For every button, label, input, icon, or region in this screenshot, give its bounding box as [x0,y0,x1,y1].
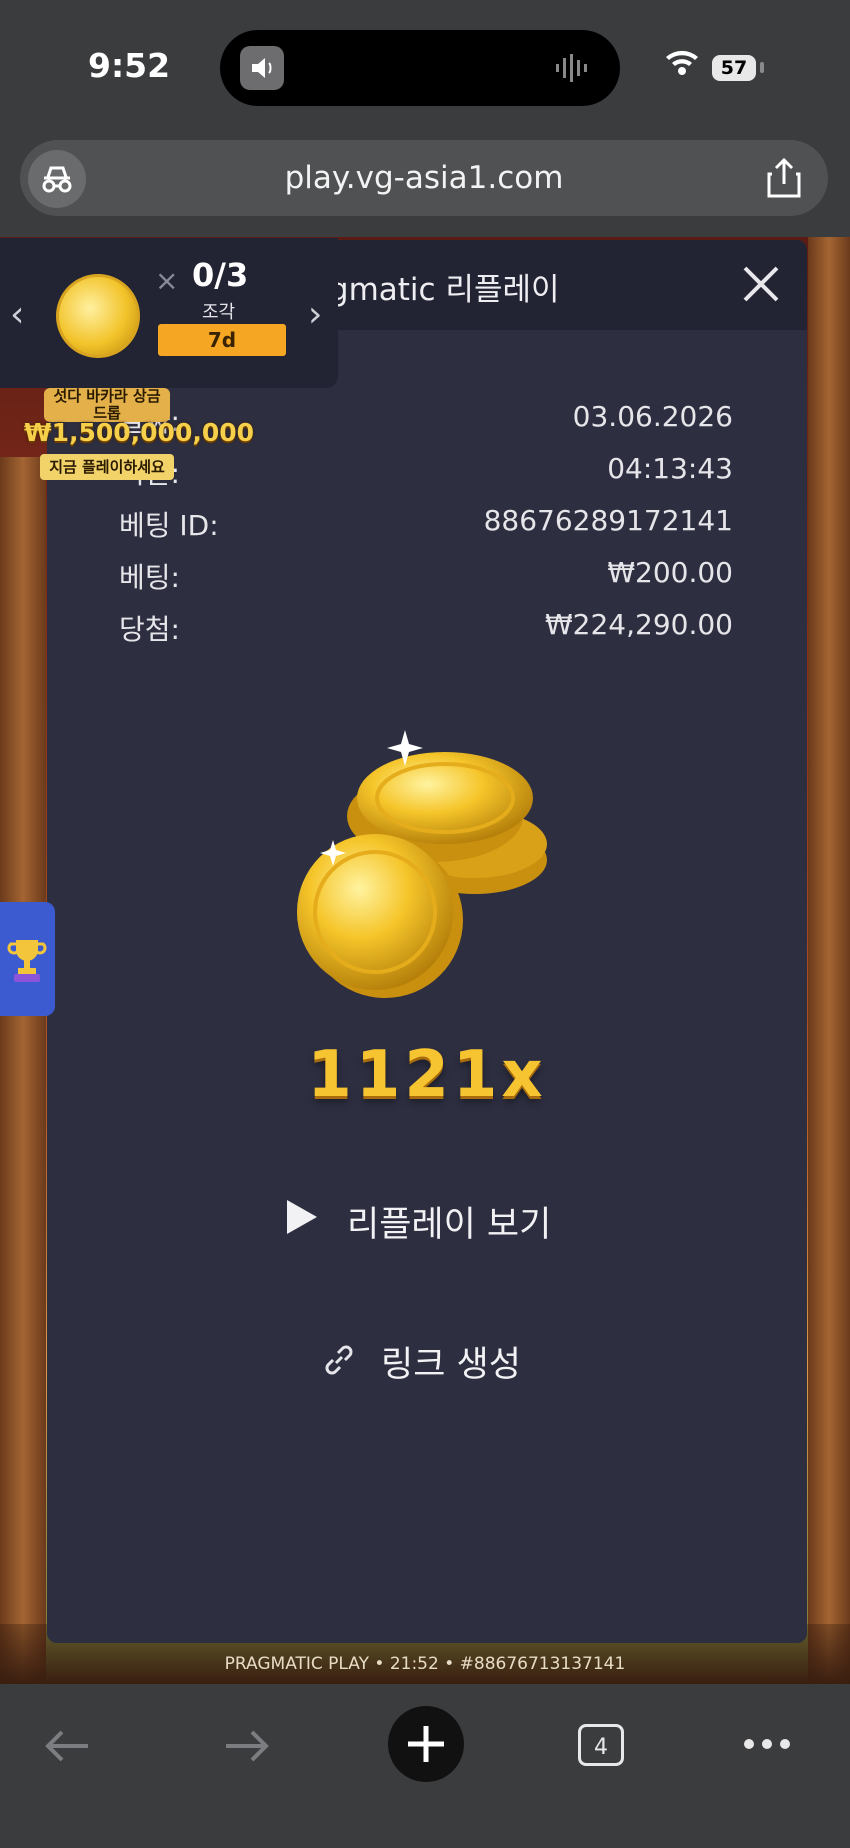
promo-count-sub: 조각 [202,302,236,323]
share-icon[interactable] [764,156,804,200]
promo-widget[interactable]: ‹ × 0/3 조각 7d › [0,238,338,388]
info-value: ₩200.00 [607,556,733,589]
play-icon [287,1200,317,1234]
promo-count: 0/3 [192,256,249,294]
gold-coins-icon [297,730,547,998]
forward-arrow-icon[interactable] [222,1726,272,1766]
info-value: 04:13:43 [607,452,733,485]
status-time: 9:52 [88,46,171,85]
browser-toolbar: 4 [0,1684,850,1848]
status-bar: 9:52 57 [0,0,850,130]
promo-banner[interactable]: 섯다 바카라 상금 드롭 ₩1,500,000,000 지금 플레이하세요 [24,388,255,480]
speaker-icon [240,46,284,90]
reel-frame-left [0,457,46,1684]
reel-frame-right [808,237,850,1684]
win-multiplier: 1121x [307,1038,547,1112]
link-icon [325,1345,353,1375]
tabs-button[interactable]: 4 [578,1724,624,1766]
close-icon[interactable] [735,258,787,310]
info-value: 88676289172141 [483,504,733,537]
promo-banner-amount: ₩1,500,000,000 [24,418,255,447]
trophy-icon [7,940,47,982]
watch-replay-label: 리플레이 보기 [347,1205,552,1245]
url-text[interactable]: play.vg-asia1.com [20,160,828,196]
create-link-label: 링크 생성 [381,1345,521,1385]
promo-close-icon[interactable]: × [155,264,178,297]
promo-banner-cta: 지금 플레이하세요 [40,454,174,480]
info-row-time: 시간: 04:13:43 [119,452,733,492]
game-footer-text: PRAGMATIC PLAY • 21:52 • #88676713137141 [224,1654,626,1674]
wifi-icon [666,50,698,75]
trophy-tab[interactable] [0,902,55,1016]
chevron-right-icon[interactable]: › [308,294,322,335]
info-row-bet-id: 베팅 ID: 88676289172141 [119,504,733,544]
promo-banner-title: 섯다 바카라 상금 드롭 [44,388,170,422]
info-label: 베팅: [119,561,180,594]
chevron-left-icon[interactable]: ‹ [10,294,24,335]
dynamic-island [220,30,620,106]
info-value: 03.06.2026 [572,400,733,433]
address-bar[interactable]: play.vg-asia1.com [20,140,828,216]
battery-tip [760,62,764,73]
plus-icon [408,1726,444,1762]
battery-indicator: 57 [712,55,756,81]
info-label: 베팅 ID: [119,509,219,542]
info-row-bet: 베팅: ₩200.00 [119,556,733,596]
info-label: 당첨: [119,613,180,646]
more-icon[interactable] [742,1736,792,1752]
audio-wave-icon [556,54,587,82]
promo-coin-icon [56,274,140,358]
new-tab-button[interactable] [388,1706,464,1782]
info-value: ₩224,290.00 [544,608,733,641]
info-row-win: 당첨: ₩224,290.00 [119,608,733,648]
back-arrow-icon[interactable] [42,1726,92,1766]
promo-timer: 7d [158,324,286,356]
